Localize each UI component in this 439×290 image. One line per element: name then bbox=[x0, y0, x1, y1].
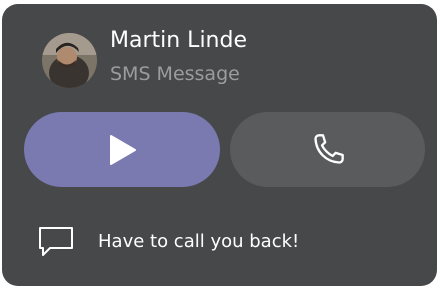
notification-card: Martin Linde SMS Message Have to call yo… bbox=[2, 4, 437, 286]
play-icon bbox=[110, 134, 136, 165]
avatar-photo bbox=[42, 33, 97, 88]
chat-bubble-icon bbox=[39, 227, 73, 256]
call-button[interactable] bbox=[230, 112, 425, 187]
quick-reply[interactable]: Have to call you back! bbox=[38, 226, 299, 258]
contact-name: Martin Linde bbox=[110, 28, 247, 53]
quick-reply-text: Have to call you back! bbox=[98, 231, 300, 252]
play-button[interactable] bbox=[24, 112, 220, 187]
avatar[interactable] bbox=[42, 33, 97, 88]
phone-icon bbox=[313, 133, 344, 164]
message-type: SMS Message bbox=[110, 63, 240, 85]
